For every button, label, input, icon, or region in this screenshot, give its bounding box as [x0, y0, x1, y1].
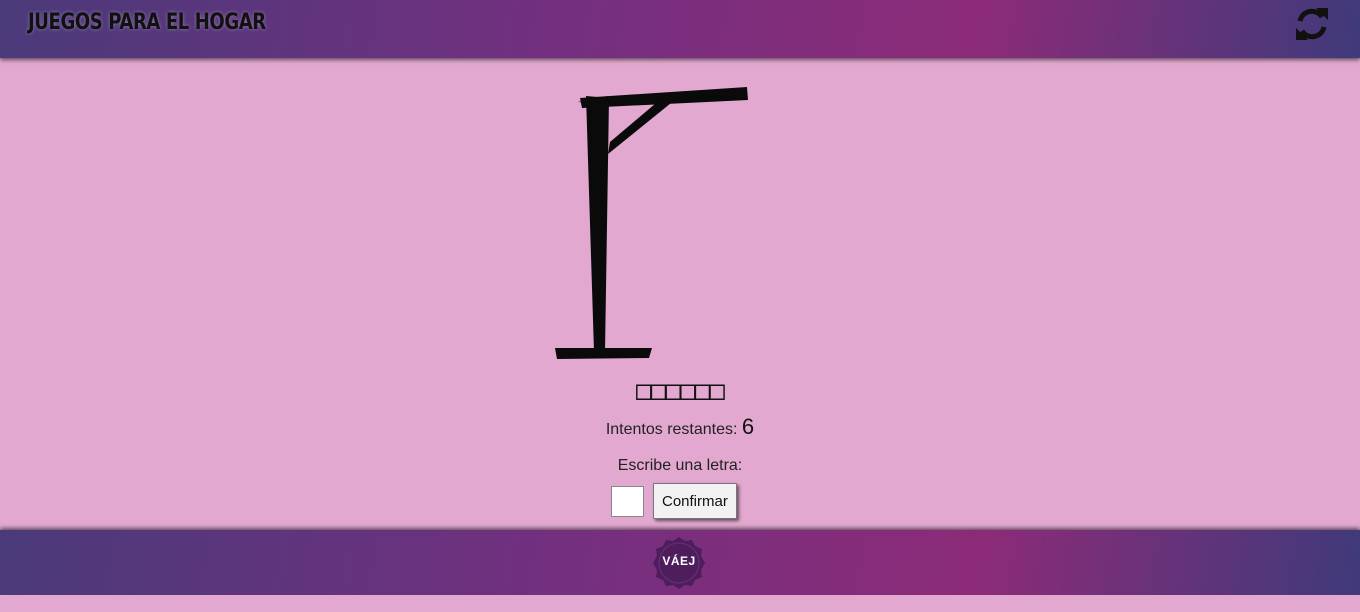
- attempts-line: Intentos restantes: 6: [0, 414, 1360, 440]
- game-area: □□□□□□ Intentos restantes: 6 Escribe una…: [0, 58, 1360, 528]
- attempts-label: Intentos restantes:: [605, 421, 738, 438]
- logo-text: VÁEJ: [662, 554, 696, 568]
- letter-input[interactable]: [611, 485, 644, 517]
- confirm-button[interactable]: Confirmar: [653, 483, 737, 519]
- site-title: JUEGOS PARA EL HOGAR: [28, 10, 266, 35]
- guess-form: Confirmar: [611, 483, 737, 519]
- hidden-word: □□□□□□: [636, 376, 725, 406]
- footer-bar: VÁEJ: [0, 530, 1360, 595]
- refresh-button[interactable]: [1290, 4, 1334, 44]
- attempts-count: 6: [741, 414, 755, 439]
- footer-logo[interactable]: VÁEJ: [652, 536, 706, 590]
- refresh-icon: [1296, 8, 1328, 40]
- gallows-drawing: [555, 87, 748, 359]
- top-bar: JUEGOS PARA EL HOGAR: [0, 0, 1360, 58]
- bottom-strip: [0, 595, 1360, 612]
- letter-prompt: Escribe una letra:: [617, 457, 743, 474]
